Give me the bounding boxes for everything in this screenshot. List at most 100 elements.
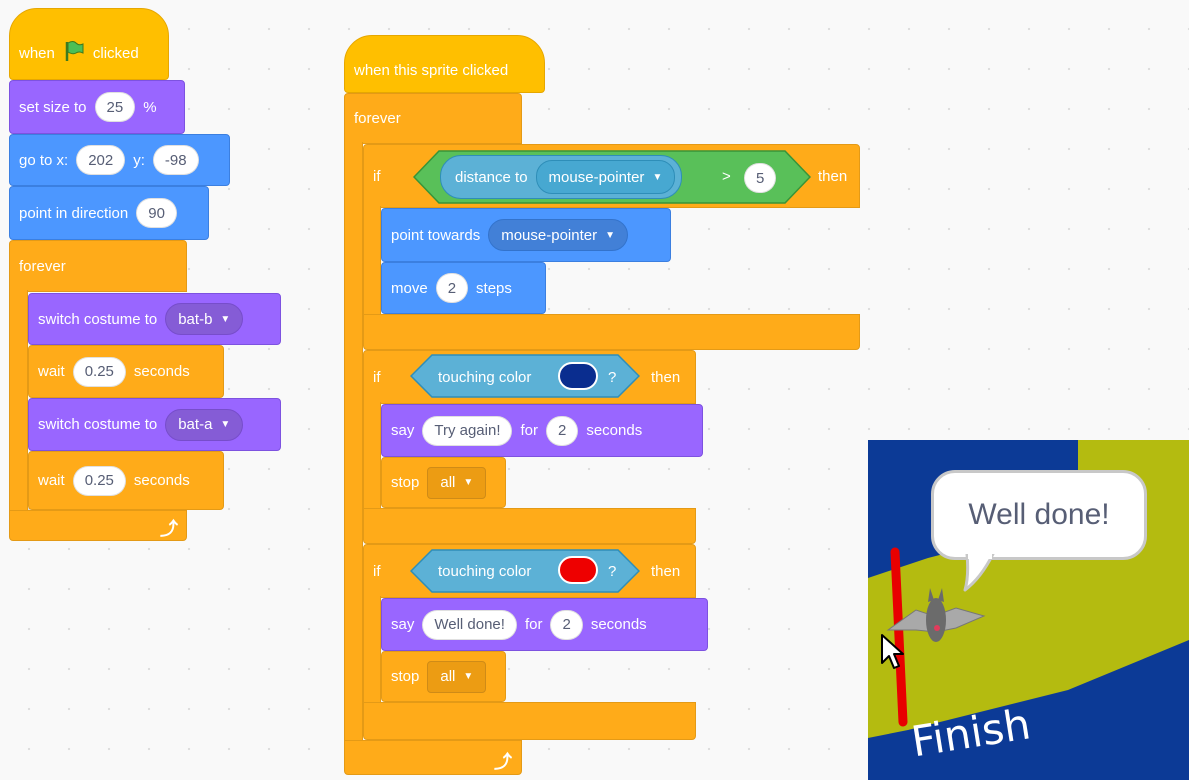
if-label: if — [373, 562, 381, 580]
when-flag-clicked-block[interactable]: when clicked — [9, 8, 169, 80]
say-label: say — [391, 616, 415, 633]
stop-dropdown-2[interactable]: all ▼ — [427, 660, 487, 693]
point-towards-label: point towards — [391, 226, 481, 244]
question-mark-label: ? — [608, 369, 617, 386]
direction-input[interactable]: 90 — [136, 198, 177, 228]
stop-label: stop — [391, 474, 420, 491]
if-arm — [363, 596, 381, 704]
seconds-label: seconds — [133, 363, 190, 380]
forever-arm — [344, 142, 363, 742]
touching-color-label: touching color — [438, 369, 532, 386]
stop-label: stop — [391, 668, 420, 685]
if-bottom — [363, 702, 696, 740]
if-bottom — [363, 314, 860, 350]
say-text-input-2[interactable]: Well done! — [422, 609, 517, 640]
goto-x-label: go to x: — [19, 151, 69, 169]
switch-costume-label: switch costume to — [38, 310, 158, 328]
switch-costume-block-2[interactable]: switch costume to bat-a ▼ — [28, 398, 281, 451]
steps-label: steps — [476, 279, 512, 297]
speech-text: Well done! — [968, 498, 1110, 531]
color-swatch-red[interactable] — [558, 556, 598, 584]
go-to-xy-block[interactable]: go to x: 202 y: -98 — [9, 134, 230, 186]
distance-to-label: distance to — [455, 168, 528, 186]
set-size-label: set size to — [19, 98, 87, 116]
say-label: say — [391, 422, 415, 439]
for-label: for — [520, 422, 538, 439]
say-for-secs-block-1[interactable]: say Try again! for 2 seconds — [381, 404, 703, 457]
distance-target-label: mouse-pointer — [548, 168, 645, 186]
question-mark-label: ? — [608, 563, 617, 580]
costume-dropdown-2[interactable]: bat-a ▼ — [165, 408, 244, 441]
costume-dropdown-1[interactable]: bat-b ▼ — [165, 303, 244, 335]
distance-target-dropdown[interactable]: mouse-pointer ▼ — [535, 160, 676, 194]
stop-block-2[interactable]: stop all ▼ — [381, 651, 506, 702]
stop-option-label: all — [440, 474, 456, 491]
point-target-label: mouse-pointer — [501, 226, 598, 244]
chevron-down-icon: ▼ — [652, 171, 663, 183]
point-in-direction-block[interactable]: point in direction 90 — [9, 186, 209, 240]
y-input[interactable]: -98 — [152, 145, 199, 175]
then-label: then — [818, 168, 848, 185]
stop-dropdown-1[interactable]: all ▼ — [427, 466, 487, 499]
clicked-label: clicked — [92, 44, 139, 62]
touching-color-label: touching color — [438, 563, 532, 580]
when-label: when — [19, 44, 55, 62]
chevron-down-icon: ▼ — [220, 419, 231, 430]
green-flag-icon — [63, 40, 85, 66]
for-label: for — [524, 616, 543, 633]
say-for-secs-block-2[interactable]: say Well done! for 2 seconds — [381, 598, 708, 651]
move-steps-block[interactable]: move 2 steps — [381, 262, 546, 314]
y-label: y: — [133, 151, 145, 169]
gt-label: > — [722, 168, 731, 185]
say-text-input-1[interactable]: Try again! — [422, 415, 513, 446]
distance-to-reporter[interactable]: distance to mouse-pointer ▼ — [440, 155, 683, 199]
point-direction-label: point in direction — [19, 204, 129, 222]
mouse-cursor-icon — [881, 634, 904, 669]
if-arm — [363, 402, 381, 510]
wait-block-1[interactable]: wait 0.25 seconds — [28, 345, 224, 398]
speech-bubble-body: Well done! — [931, 470, 1147, 560]
if-bottom — [363, 508, 696, 544]
x-input[interactable]: 202 — [76, 145, 126, 175]
point-towards-block[interactable]: point towards mouse-pointer ▼ — [381, 208, 671, 262]
forever-label: forever — [354, 110, 401, 127]
loop-arrow-icon: ⤴ — [494, 752, 512, 772]
switch-costume-block-1[interactable]: switch costume to bat-b ▼ — [28, 293, 281, 345]
stop-block-1[interactable]: stop all ▼ — [381, 457, 506, 508]
chevron-down-icon: ▼ — [463, 671, 474, 682]
forever-label: forever — [19, 257, 66, 275]
move-steps-input[interactable]: 2 — [435, 273, 469, 303]
switch-costume-label: switch costume to — [38, 416, 158, 433]
if-arm — [363, 206, 381, 316]
seconds-label: seconds — [590, 616, 647, 633]
when-sprite-clicked-block[interactable]: when this sprite clicked — [344, 35, 545, 93]
forever-top[interactable]: forever — [9, 240, 187, 292]
wait-block-2[interactable]: wait 0.25 seconds — [28, 451, 224, 510]
if-label: if — [373, 167, 381, 185]
stop-option-label: all — [440, 668, 456, 685]
costume-option-label: bat-b — [178, 310, 213, 328]
point-target-dropdown[interactable]: mouse-pointer ▼ — [488, 219, 629, 251]
seconds-label: seconds — [133, 472, 190, 489]
stage-preview[interactable]: Well done! Finish — [868, 440, 1189, 780]
hat-label: when this sprite clicked — [354, 61, 509, 79]
wait-label: wait — [38, 363, 65, 380]
wait-input-2[interactable]: 0.25 — [72, 465, 126, 496]
chevron-down-icon: ▼ — [605, 229, 616, 241]
say-secs-input-2[interactable]: 2 — [550, 609, 583, 640]
set-size-block[interactable]: set size to 25 % — [9, 80, 185, 134]
size-input[interactable]: 25 — [94, 92, 136, 122]
speech-bubble-tail — [963, 554, 995, 592]
forever-arm — [9, 290, 28, 512]
wait-input-1[interactable]: 0.25 — [72, 356, 126, 387]
color-swatch-blue[interactable] — [558, 362, 598, 390]
say-secs-input-1[interactable]: 2 — [546, 415, 579, 446]
wait-label: wait — [38, 472, 65, 489]
forever-top[interactable]: forever — [344, 93, 522, 144]
gt-value-input[interactable]: 5 — [744, 163, 777, 193]
percent-label: % — [143, 98, 157, 116]
move-label: move — [391, 279, 428, 297]
seconds-label: seconds — [586, 422, 643, 439]
then-label: then — [651, 369, 681, 386]
if-label: if — [373, 368, 381, 386]
